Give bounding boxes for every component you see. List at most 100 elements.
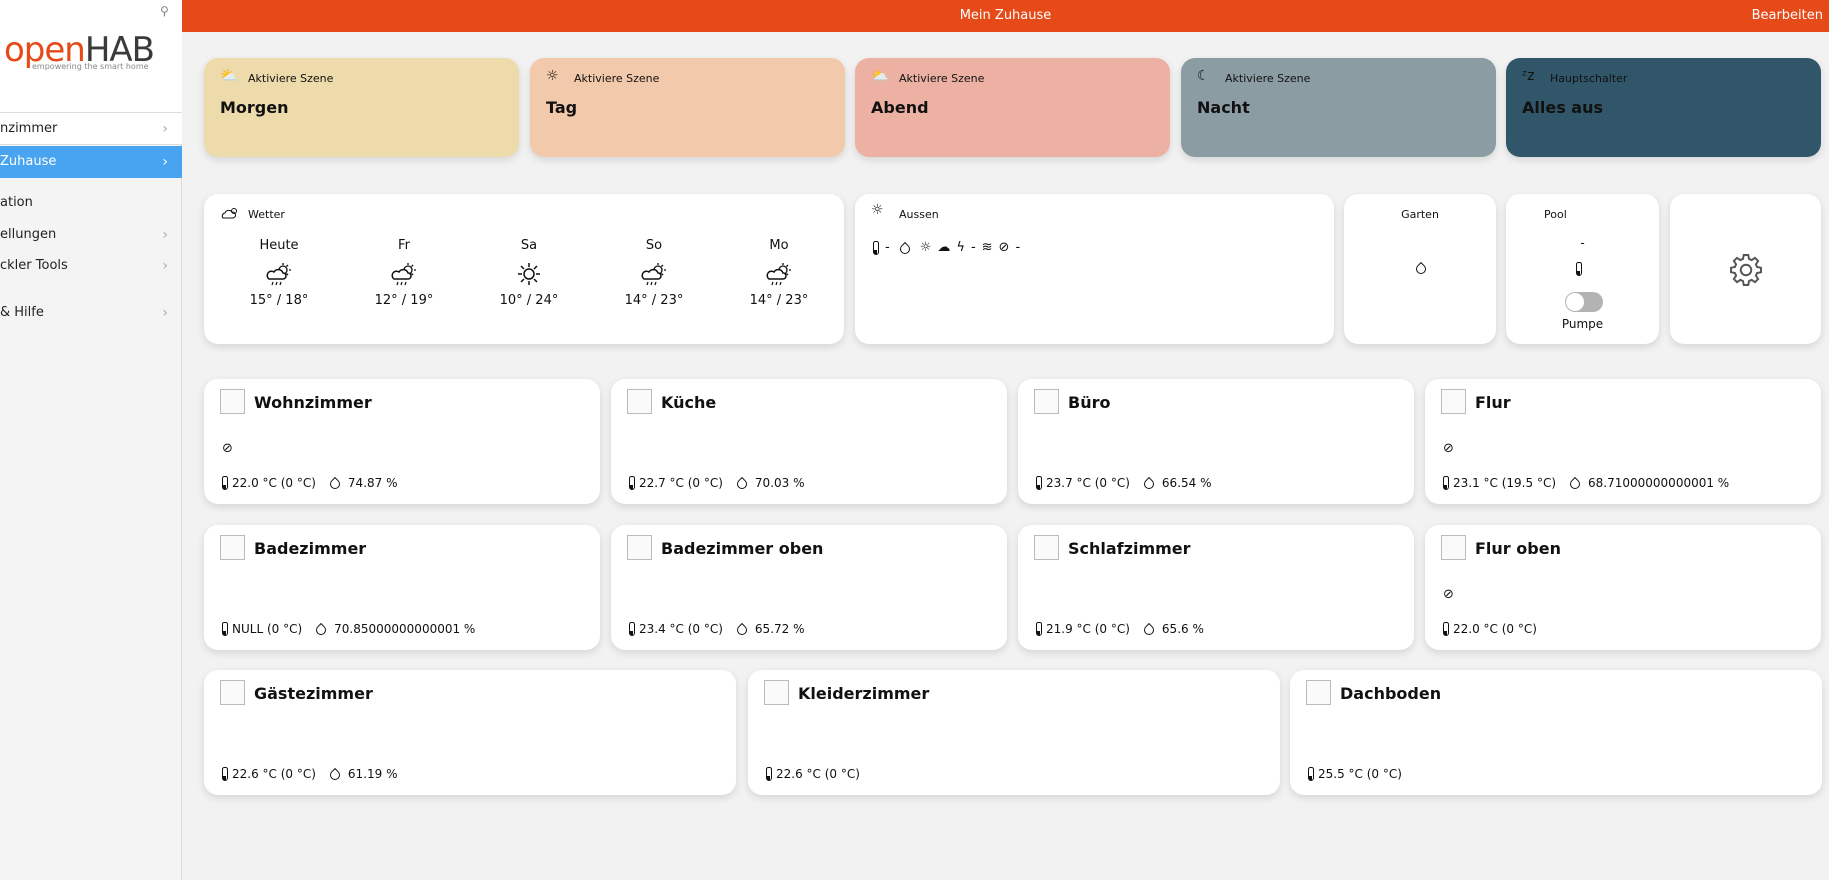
room-humidity: 68.71000000000001 % — [1566, 476, 1730, 492]
settings-card[interactable] — [1670, 194, 1821, 344]
room-temperature: 23.4 °C (0 °C) — [629, 622, 723, 636]
forecast-day-label: Mo — [769, 238, 789, 253]
aussen-title: Aussen — [899, 208, 939, 221]
temperature-value: 22.6 °C (0 °C) — [776, 767, 860, 781]
room-temperature: 22.0 °C (0 °C) — [222, 476, 316, 490]
forecast-temperature: 10° / 24° — [499, 293, 559, 308]
room-card[interactable]: Badezimmer NULL (0 °C) 70.85000000000001… — [204, 525, 600, 650]
scene-label: Aktiviere Szene — [574, 72, 660, 85]
thermometer-icon — [1443, 622, 1449, 636]
page-title: Mein Zuhause — [959, 8, 1052, 23]
sidebar-item-label: & Hilfe — [0, 305, 44, 320]
temperature-value: 22.0 °C (0 °C) — [1453, 622, 1537, 636]
forecast-temperature: 14° / 23° — [749, 293, 809, 308]
humidity-value: 74.87 % — [347, 476, 398, 490]
humidity-icon — [734, 622, 749, 638]
room-card[interactable]: Flur ⊘ 23.1 °C (19.5 °C) 68.710000000000… — [1425, 379, 1821, 504]
cloud-sun-rain-icon — [239, 261, 319, 287]
chevron-right-icon: › — [162, 258, 168, 274]
sidebar-item-einstellungen[interactable]: ellungen › — [0, 219, 182, 251]
chevron-right-icon: › — [162, 227, 168, 243]
forecast-day: Fr 12° / 19° — [364, 238, 444, 308]
compass-icon: ⊘ — [998, 240, 1010, 255]
room-name: Badezimmer — [254, 539, 367, 558]
humidity-icon — [327, 767, 342, 783]
humidity-value: 70.85000000000001 % — [334, 622, 476, 636]
lightning-icon: ϟ — [956, 240, 965, 255]
room-temperature: 23.7 °C (0 °C) — [1036, 476, 1130, 490]
room-card[interactable]: Gästezimmer 22.6 °C (0 °C) 61.19 % — [204, 670, 736, 795]
garten-title: Garten — [1401, 208, 1439, 221]
wind-direction-value: - — [1015, 240, 1021, 255]
aussen-card[interactable]: ☼ Aussen - ☼ ☁ ϟ- ≋ ⊘ - — [855, 194, 1334, 344]
room-temperature: 23.1 °C (19.5 °C) — [1443, 476, 1556, 490]
weather-card[interactable]: Wetter Heute 15° / 18° Fr 12° / 19° Sa 1… — [204, 194, 844, 344]
pump-label: Pumpe — [1561, 317, 1604, 331]
pin-icon[interactable]: ⚲ — [160, 4, 169, 18]
humidity-value: 68.71000000000001 % — [1588, 476, 1730, 490]
cloud-sun-rain-icon — [739, 261, 819, 287]
humidity-icon — [734, 476, 749, 492]
scene-card-abend[interactable]: ⛅ Aktiviere Szene Abend — [855, 58, 1170, 157]
sunrise-icon: ⛅ — [220, 68, 238, 84]
room-card[interactable]: Schlafzimmer 21.9 °C (0 °C) 65.6 % — [1018, 525, 1414, 650]
room-humidity: 70.03 % — [733, 476, 805, 492]
forecast-day-label: Fr — [398, 238, 410, 253]
room-name: Büro — [1068, 393, 1111, 412]
sidebar-item-label: Zuhause — [0, 154, 57, 169]
room-card[interactable]: Wohnzimmer ⊘ 22.0 °C (0 °C) 74.87 % — [204, 379, 600, 504]
room-card[interactable]: Dachboden 25.5 °C (0 °C) — [1290, 670, 1822, 795]
room-card[interactable]: Flur oben ⊘ 22.0 °C (0 °C) — [1425, 525, 1821, 650]
wind-icon: ≋ — [981, 240, 993, 255]
room-card[interactable]: Badezimmer oben 23.4 °C (0 °C) 65.72 % — [611, 525, 1007, 650]
room-temperature: 21.9 °C (0 °C) — [1036, 622, 1130, 636]
forecast-day-label: So — [645, 238, 663, 253]
sidebar-item-zuhause[interactable]: Zuhause › — [0, 146, 182, 178]
sidebar-item-hilfe[interactable]: & Hilfe › — [0, 297, 182, 329]
room-name: Gästezimmer — [254, 684, 373, 703]
scene-card-nacht[interactable]: ☾ Aktiviere Szene Nacht — [1181, 58, 1496, 157]
room-name: Dachboden — [1340, 684, 1442, 703]
logo-tagline: empowering the smart home — [32, 62, 149, 71]
room-humidity: 65.6 % — [1140, 622, 1204, 638]
sidebar-item-entwickler-tools[interactable]: ckler Tools › — [0, 250, 182, 282]
room-temperature: 22.0 °C (0 °C) — [1443, 622, 1537, 636]
room-name: Kleiderzimmer — [798, 684, 930, 703]
pool-card[interactable]: Pool - Pumpe — [1506, 194, 1659, 344]
forecast-day-label: Sa — [520, 238, 538, 253]
edit-button[interactable]: Bearbeiten — [1752, 0, 1823, 32]
room-image-placeholder-icon — [1034, 389, 1059, 414]
sidebar-item-wohnzimmer[interactable]: nzimmer › — [0, 113, 182, 145]
forecast-temperature: 15° / 18° — [249, 293, 309, 308]
room-name: Flur oben — [1475, 539, 1561, 558]
scene-card-tag[interactable]: ☼ Aktiviere Szene Tag — [530, 58, 845, 157]
temperature-value: 23.7 °C (0 °C) — [1046, 476, 1130, 490]
weather-title: Wetter — [248, 208, 285, 221]
sidebar-section-label: ation — [0, 195, 33, 210]
sidebar-item-label: nzimmer — [0, 121, 58, 136]
room-image-placeholder-icon — [764, 680, 789, 705]
gear-icon — [1730, 254, 1762, 286]
garten-card[interactable]: Garten — [1344, 194, 1496, 344]
room-card[interactable]: Büro 23.7 °C (0 °C) 66.54 % — [1018, 379, 1414, 504]
room-image-placeholder-icon — [627, 389, 652, 414]
room-card[interactable]: Kleiderzimmer 22.6 °C (0 °C) — [748, 670, 1280, 795]
humidity-icon — [314, 622, 329, 638]
scene-card-morgen[interactable]: ⛅ Aktiviere Szene Morgen — [204, 58, 519, 157]
pump-toggle[interactable] — [1565, 292, 1603, 312]
room-temperature: 22.6 °C (0 °C) — [222, 767, 316, 781]
thermometer-icon — [222, 767, 228, 781]
forecast-temperature: 14° / 23° — [624, 293, 684, 308]
room-humidity: 65.72 % — [733, 622, 805, 638]
thermometer-icon — [1308, 767, 1314, 781]
temperature-value: 22.0 °C (0 °C) — [232, 476, 316, 490]
room-humidity: 61.19 % — [326, 767, 398, 783]
temperature-value: 23.1 °C (19.5 °C) — [1453, 476, 1557, 490]
room-name: Badezimmer oben — [661, 539, 824, 558]
scene-card-alles-aus[interactable]: ᶻz Hauptschalter Alles aus — [1506, 58, 1821, 157]
logo-area: ⚲ openHAB empowering the smart home — [0, 0, 182, 113]
room-card[interactable]: Küche 22.7 °C (0 °C) 70.03 % — [611, 379, 1007, 504]
room-image-placeholder-icon — [1441, 389, 1466, 414]
top-navbar: Mein Zuhause Bearbeiten — [182, 0, 1829, 32]
room-temperature: 25.5 °C (0 °C) — [1308, 767, 1402, 781]
